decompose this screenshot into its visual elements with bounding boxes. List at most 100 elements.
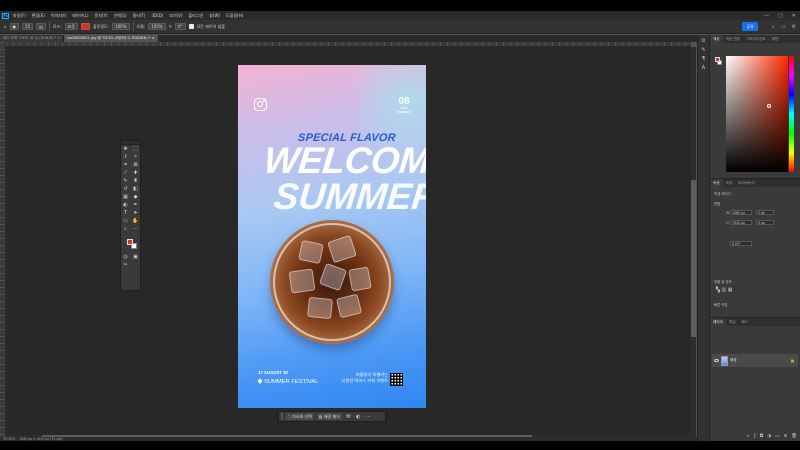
sample-all-checkbox[interactable] bbox=[188, 24, 194, 29]
history-panel-icon[interactable]: ⏲ bbox=[700, 38, 708, 44]
eye-icon[interactable] bbox=[714, 359, 719, 362]
angle-field[interactable]: 0.00° bbox=[730, 241, 752, 246]
paragraph-panel-icon[interactable]: ¶ bbox=[700, 56, 708, 62]
menu-type[interactable]: 문자(Y) bbox=[95, 13, 108, 19]
layer-row[interactable]: 배경 🔒 bbox=[712, 354, 798, 367]
character-panel-icon[interactable]: A bbox=[700, 65, 708, 71]
gradient-tool-icon[interactable]: ▦ bbox=[121, 194, 130, 201]
tab-channels[interactable]: 채널 bbox=[726, 318, 739, 326]
color-picker-field[interactable] bbox=[726, 56, 788, 172]
menu-image[interactable]: 이미지(I) bbox=[51, 13, 66, 19]
maximize-icon[interactable]: ▢ bbox=[778, 13, 783, 19]
x-field[interactable]: 0 px bbox=[756, 210, 774, 215]
type-tool-icon[interactable]: T bbox=[121, 210, 130, 217]
home-icon[interactable]: ⌂ bbox=[4, 24, 7, 29]
tab-properties[interactable]: 속성 bbox=[710, 179, 723, 187]
edit-toolbar-icon[interactable]: ✂ bbox=[121, 262, 130, 269]
minimize-icon[interactable]: — bbox=[764, 13, 769, 19]
tool-preset-picker[interactable]: ● bbox=[9, 23, 20, 30]
path-select-tool-icon[interactable]: ➤ bbox=[131, 210, 140, 217]
eraser-tool-icon[interactable]: ◧ bbox=[131, 186, 140, 193]
flow-field[interactable]: 100% bbox=[148, 23, 166, 30]
brush-size-field[interactable]: 15 bbox=[22, 23, 34, 30]
move-tool-icon[interactable]: ✥ bbox=[121, 146, 130, 153]
brush-panel-toggle[interactable]: ▤ bbox=[36, 23, 46, 30]
airbrush-icon[interactable]: ✎ bbox=[169, 24, 172, 29]
tab-paths[interactable]: 패스 bbox=[739, 318, 752, 326]
dodge-tool-icon[interactable]: ◐ bbox=[121, 202, 130, 209]
healing-tool-icon[interactable]: ✚ bbox=[131, 170, 140, 177]
shape-tool-icon[interactable]: ▭ bbox=[121, 218, 130, 225]
pen-tool-icon[interactable]: ✒ bbox=[131, 202, 140, 209]
trash-icon[interactable]: 🗑 bbox=[791, 434, 797, 439]
workspace-icon[interactable]: ▭ bbox=[781, 24, 786, 30]
hue-slider[interactable] bbox=[789, 56, 794, 172]
vertical-scrollbar[interactable] bbox=[691, 47, 696, 437]
poster-canvas[interactable]: 08 2023 SUMMER SPECIAL FLAVOR WELCOME SU… bbox=[238, 65, 426, 408]
menu-select[interactable]: 선택(S) bbox=[113, 13, 126, 19]
close-icon[interactable]: ✕ bbox=[792, 13, 796, 19]
lasso-tool-icon[interactable]: ℓ bbox=[121, 154, 130, 161]
brush-panel-icon[interactable]: ✎ bbox=[700, 47, 708, 53]
transform-icon[interactable]: ⌘ bbox=[345, 413, 352, 420]
tab-color[interactable]: 색상 bbox=[710, 35, 723, 43]
tab-document-1[interactable]: 에어 포맷 스토리 (8.9) (RGB/8) * × bbox=[0, 35, 65, 42]
search-icon[interactable]: ⌕ bbox=[772, 24, 775, 30]
blur-tool-icon[interactable]: ◆ bbox=[131, 194, 140, 201]
history-brush-icon[interactable]: ↺ bbox=[121, 186, 130, 193]
brush-tool-icon[interactable]: ✎ bbox=[121, 178, 130, 185]
tab-layers[interactable]: 레이어 bbox=[710, 318, 726, 326]
color-swatches[interactable] bbox=[124, 237, 140, 253]
color-picker-handle[interactable] bbox=[767, 104, 771, 108]
remove-background-button[interactable]: ▨ 배경 제거 bbox=[316, 413, 342, 420]
quick-mask-icon[interactable]: ◎ bbox=[121, 254, 130, 261]
lock-icon[interactable]: 🔒 bbox=[790, 358, 795, 363]
folder-icon[interactable]: ▭ bbox=[775, 434, 779, 439]
screen-mode-icon[interactable]: ▣ bbox=[131, 254, 140, 261]
hand-tool-icon[interactable]: ✋ bbox=[131, 218, 140, 225]
tab-gradients[interactable]: 그레이디언트 bbox=[743, 35, 769, 43]
quick-select-tool-icon[interactable]: ✧ bbox=[131, 154, 140, 161]
menu-window[interactable]: 창(W) bbox=[209, 13, 220, 19]
tab-document-2[interactable]: bz00000001.jpg @ 33.3% (레이어 0, RGB/8#) *… bbox=[64, 35, 159, 42]
menu-layer[interactable]: 레이어(L) bbox=[72, 13, 88, 19]
menu-plugins[interactable]: 플러그인 bbox=[189, 13, 204, 19]
zoom-level[interactable]: 33.33% bbox=[3, 437, 15, 441]
menu-file[interactable]: 파일(F) bbox=[13, 13, 26, 19]
taskbar-grip[interactable] bbox=[281, 413, 283, 420]
eyedropper-tool-icon[interactable]: ⁄ bbox=[121, 170, 130, 177]
color-swatch-button[interactable] bbox=[81, 23, 91, 30]
menu-3d[interactable]: 3D(D) bbox=[151, 13, 163, 18]
fx-icon[interactable]: ƒ bbox=[754, 434, 756, 439]
tab-adjustments[interactable]: 조정 bbox=[723, 179, 736, 187]
menu-filter[interactable]: 필터(T) bbox=[133, 13, 146, 19]
frame-tool-icon[interactable]: ⊠ bbox=[131, 162, 140, 169]
tab-libraries[interactable]: 라이브러리 bbox=[735, 179, 758, 187]
select-subject-button[interactable]: ⛶ 피사체 선택 bbox=[286, 413, 314, 420]
angle-field[interactable]: 0° bbox=[175, 23, 186, 30]
tab-patterns[interactable]: 패턴 bbox=[769, 35, 782, 43]
y-field[interactable]: 0 px bbox=[756, 220, 774, 225]
new-layer-icon[interactable]: ⊕ bbox=[784, 434, 788, 439]
mask-icon[interactable]: ◘ bbox=[760, 434, 764, 439]
opacity-field[interactable]: 100% bbox=[112, 23, 130, 30]
share-button[interactable]: 공유 bbox=[742, 22, 758, 31]
foreground-color-swatch[interactable] bbox=[127, 239, 133, 245]
mode-dropdown[interactable]: 표준 bbox=[64, 23, 79, 30]
menu-edit[interactable]: 편집(E) bbox=[32, 13, 45, 19]
link-icon[interactable]: ∞ bbox=[746, 434, 750, 439]
more-options-icon[interactable]: ··· bbox=[365, 413, 372, 420]
panel-foreground-swatch[interactable] bbox=[715, 57, 720, 62]
settings-icon[interactable]: ⚙ bbox=[792, 24, 796, 30]
zoom-tool-icon[interactable]: ⌕ bbox=[121, 226, 130, 233]
align-icons[interactable]: ▚ ▥ ▦ bbox=[716, 287, 732, 293]
menu-view[interactable]: 보기(V) bbox=[169, 13, 182, 19]
height-field[interactable]: 1920 px bbox=[730, 220, 752, 225]
stamp-tool-icon[interactable]: ♜ bbox=[131, 178, 140, 185]
width-field[interactable]: 1080 px bbox=[730, 210, 752, 215]
adjustment-icon[interactable]: ◑ bbox=[767, 434, 771, 439]
vertical-scroll-thumb[interactable] bbox=[691, 180, 696, 337]
adjust-icon[interactable]: ◐ bbox=[355, 413, 362, 420]
more-tools-icon[interactable]: ··· bbox=[131, 226, 140, 233]
menu-help[interactable]: 도움말(H) bbox=[226, 13, 243, 19]
